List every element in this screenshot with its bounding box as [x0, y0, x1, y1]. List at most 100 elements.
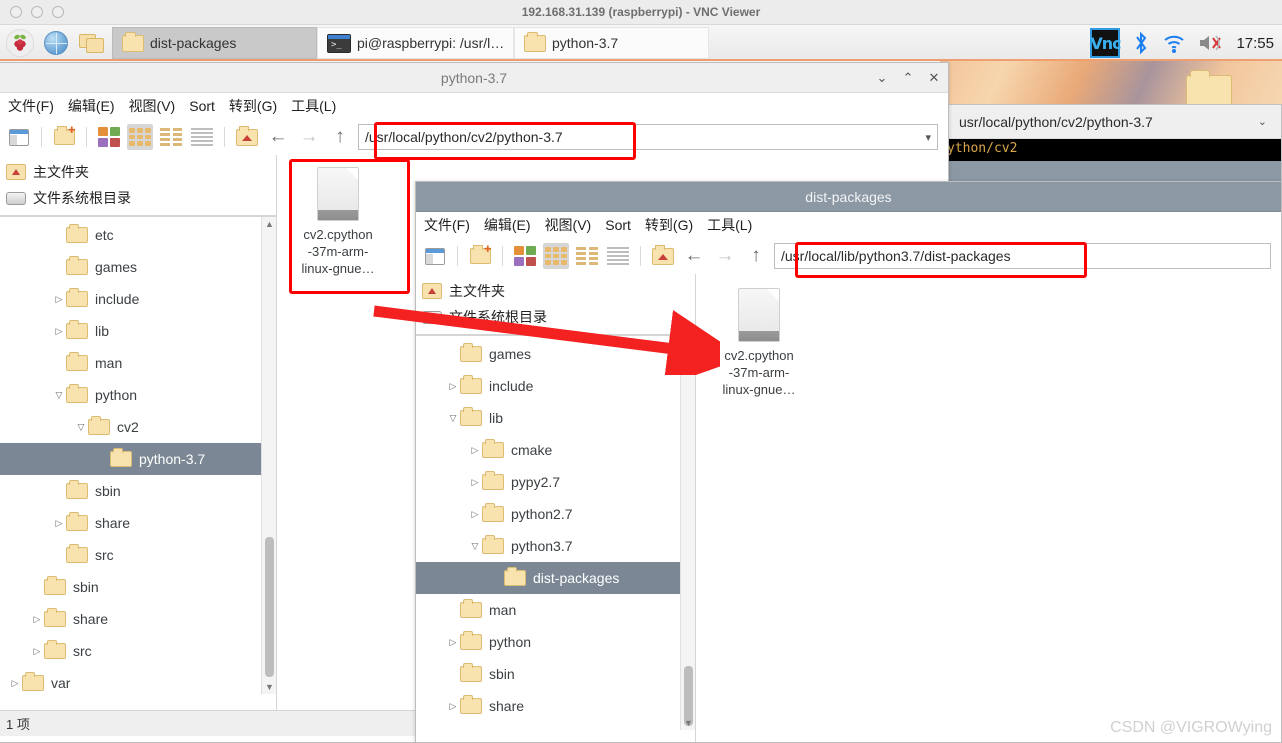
web-browser-button[interactable]: [40, 27, 72, 59]
forward-button[interactable]: →: [296, 126, 322, 148]
tree-item-share[interactable]: ▷ share: [0, 603, 276, 635]
tree-item-games[interactable]: games: [0, 251, 276, 283]
tree-item-include[interactable]: ▷ include: [416, 370, 695, 402]
place-home[interactable]: 主文件夹: [0, 159, 276, 185]
file-item-cv2-python[interactable]: cv2.cpython -37m-arm- linux-gnue…: [283, 167, 393, 277]
scrollbar-thumb[interactable]: [265, 537, 274, 677]
file-pane-dist[interactable]: cv2.cpython -37m-arm- linux-gnue…: [696, 274, 1281, 742]
tree-item-include[interactable]: ▷ include: [0, 283, 276, 315]
view-compact-button[interactable]: [574, 243, 600, 269]
chevron-right-icon[interactable]: ▷: [446, 637, 460, 648]
chevron-right-icon[interactable]: ▷: [446, 701, 460, 712]
tree-item-python[interactable]: ▽ python: [0, 379, 276, 411]
chevron-right-icon[interactable]: ▷: [52, 518, 66, 529]
menu-go[interactable]: 转到(G): [229, 96, 277, 116]
menu-sort[interactable]: Sort: [189, 98, 215, 114]
tree-scrollbar-python[interactable]: ▲ ▼: [261, 217, 276, 694]
menu-edit[interactable]: 编辑(E): [484, 215, 531, 235]
view-thumbnails-button[interactable]: [96, 124, 122, 150]
menu-file[interactable]: 文件(F): [8, 96, 54, 116]
menu-view[interactable]: 视图(V): [129, 96, 176, 116]
tree-item-lib[interactable]: ▽ lib: [416, 402, 695, 434]
menu-edit[interactable]: 编辑(E): [68, 96, 115, 116]
new-folder-button[interactable]: [51, 124, 77, 150]
taskbar-item-dist-packages[interactable]: dist-packages: [112, 27, 317, 59]
directory-tree-dist[interactable]: games ▷ include ▽ lib ▷ cmake ▷ pypy2.7 ▷ python2.…: [416, 335, 695, 730]
volume-muted-icon[interactable]: [1198, 33, 1224, 53]
minimize-button[interactable]: ⌄: [876, 70, 888, 86]
menu-tools[interactable]: 工具(L): [707, 215, 752, 235]
raspberry-menu-button[interactable]: [4, 27, 36, 59]
new-tab-button[interactable]: [422, 243, 448, 269]
tree-item-var[interactable]: ▷ var: [0, 667, 276, 694]
tree-item-etc[interactable]: etc: [0, 219, 276, 251]
home-button[interactable]: [234, 124, 260, 150]
menu-tools[interactable]: 工具(L): [291, 96, 336, 116]
view-icons-button[interactable]: [127, 124, 153, 150]
path-field-python[interactable]: /usr/local/python/cv2/python-3.7 ▾: [358, 124, 938, 150]
chevron-right-icon[interactable]: ▷: [468, 509, 482, 520]
chevron-down-icon[interactable]: ▽: [446, 413, 460, 424]
scroll-down-icon[interactable]: ▼: [681, 716, 695, 730]
place-filesystem-root[interactable]: 文件系统根目录: [0, 185, 276, 211]
taskbar-item-python-37[interactable]: python-3.7: [514, 27, 709, 59]
tree-item-sbin[interactable]: sbin: [416, 658, 695, 690]
tree-item-python-3-7[interactable]: python-3.7: [0, 443, 276, 475]
new-folder-button[interactable]: [467, 243, 493, 269]
bluetooth-icon[interactable]: [1132, 31, 1150, 55]
wifi-icon[interactable]: [1162, 32, 1186, 54]
background-path-field[interactable]: usr/local/python/cv2/python-3.7 ⌄: [953, 109, 1273, 135]
file-manager-button[interactable]: [76, 27, 108, 59]
chevron-right-icon[interactable]: ▷: [30, 646, 44, 657]
menu-file[interactable]: 文件(F): [424, 215, 470, 235]
chevron-down-icon[interactable]: ⌄: [1252, 115, 1267, 128]
forward-button[interactable]: →: [712, 245, 738, 267]
tree-scrollbar-dist[interactable]: ▲ ▼: [680, 336, 695, 730]
tree-item-src[interactable]: src: [0, 539, 276, 571]
tree-item-cmake[interactable]: ▷ cmake: [416, 434, 695, 466]
place-home[interactable]: 主文件夹: [416, 278, 695, 304]
tree-item-sbin[interactable]: sbin: [0, 571, 276, 603]
view-thumbnails-button[interactable]: [512, 243, 538, 269]
chevron-right-icon[interactable]: ▷: [52, 326, 66, 337]
scroll-up-icon[interactable]: ▲: [262, 217, 276, 231]
menu-sort[interactable]: Sort: [605, 217, 631, 233]
tree-item-python3-7[interactable]: ▽ python3.7: [416, 530, 695, 562]
tree-item-python[interactable]: ▷ python: [416, 626, 695, 658]
scroll-down-icon[interactable]: ▼: [262, 680, 276, 694]
path-field-dist[interactable]: /usr/local/lib/python3.7/dist-packages: [774, 243, 1271, 269]
taskbar-item-terminal[interactable]: >_ pi@raspberrypi: /usr/l…: [317, 27, 514, 59]
chevron-down-icon[interactable]: ▽: [52, 390, 66, 401]
window-python-titlebar[interactable]: python-3.7 ⌄ ⌃ ✕: [0, 63, 948, 93]
tree-item-man[interactable]: man: [416, 594, 695, 626]
view-icons-button[interactable]: [543, 243, 569, 269]
chevron-right-icon[interactable]: ▷: [8, 678, 22, 689]
scroll-up-icon[interactable]: ▲: [681, 336, 695, 350]
tree-item-pypy2-7[interactable]: ▷ pypy2.7: [416, 466, 695, 498]
menu-go[interactable]: 转到(G): [645, 215, 693, 235]
view-details-button[interactable]: [189, 124, 215, 150]
tree-item-python2-7[interactable]: ▷ python2.7: [416, 498, 695, 530]
close-button[interactable]: ✕: [928, 70, 940, 86]
back-button[interactable]: ←: [681, 245, 707, 267]
tree-item-cv2[interactable]: ▽ cv2: [0, 411, 276, 443]
chevron-right-icon[interactable]: ▷: [468, 477, 482, 488]
tree-item-share[interactable]: ▷ share: [0, 507, 276, 539]
chevron-right-icon[interactable]: ▷: [30, 614, 44, 625]
tree-item-man[interactable]: man: [0, 347, 276, 379]
chevron-down-icon[interactable]: ▾: [919, 131, 931, 144]
up-button[interactable]: ↑: [743, 245, 769, 267]
maximize-button[interactable]: ⌃: [902, 70, 914, 86]
window-dist-titlebar[interactable]: dist-packages: [416, 182, 1281, 212]
up-button[interactable]: ↑: [327, 126, 353, 148]
place-filesystem-root[interactable]: 文件系统根目录: [416, 304, 695, 330]
chevron-right-icon[interactable]: ▷: [468, 445, 482, 456]
view-details-button[interactable]: [605, 243, 631, 269]
back-button[interactable]: ←: [265, 126, 291, 148]
tree-item-sbin[interactable]: sbin: [0, 475, 276, 507]
vnc-tray-icon[interactable]: Vnc: [1090, 28, 1122, 58]
chevron-right-icon[interactable]: ▷: [446, 381, 460, 392]
view-compact-button[interactable]: [158, 124, 184, 150]
chevron-down-icon[interactable]: ▽: [74, 422, 88, 433]
directory-tree-python[interactable]: etc games ▷ include ▷ lib man ▽ python ▽ cv2 python…: [0, 216, 276, 694]
